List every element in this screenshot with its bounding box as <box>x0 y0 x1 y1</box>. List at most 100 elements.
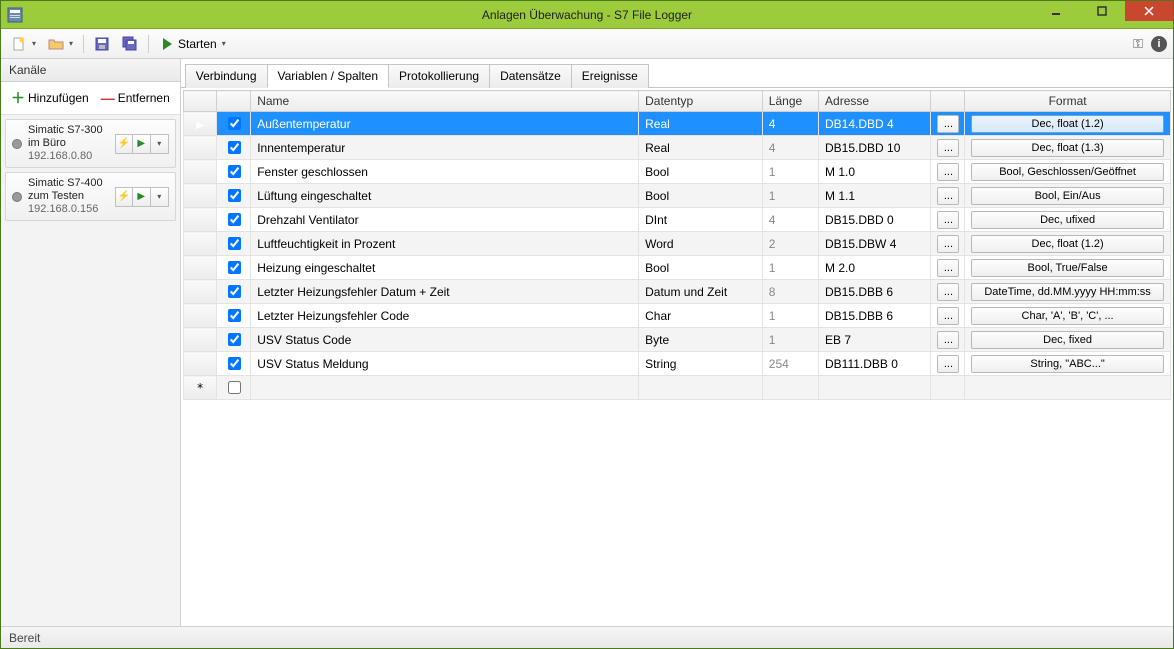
cell-length[interactable] <box>762 376 818 400</box>
row-checkbox[interactable] <box>228 117 241 130</box>
channel-menu-button[interactable]: ▾ <box>151 187 169 207</box>
cell-address[interactable]: M 2.0 <box>819 256 931 280</box>
table-row[interactable]: Fenster geschlossen Bool 1 M 1.0 ... Boo… <box>183 160 1170 184</box>
column-header-length[interactable]: Länge <box>762 91 818 112</box>
format-button[interactable]: Dec, float (1.3) <box>971 139 1164 157</box>
format-button[interactable]: Char, 'A', 'B', 'C', ... <box>971 307 1164 325</box>
address-picker-button[interactable]: ... <box>937 115 959 133</box>
cell-datatype[interactable] <box>639 376 763 400</box>
row-header-cell[interactable] <box>183 328 217 352</box>
format-button[interactable]: Dec, ufixed <box>971 211 1164 229</box>
row-checkbox[interactable] <box>228 285 241 298</box>
sidebar-remove-button[interactable]: — Entfernen <box>97 88 174 108</box>
format-button[interactable]: Bool, Geschlossen/Geöffnet <box>971 163 1164 181</box>
cell-address[interactable]: DB15.DBD 0 <box>819 208 931 232</box>
cell-name[interactable]: Innentemperatur <box>251 136 639 160</box>
toolbar-save-all-button[interactable] <box>118 34 142 54</box>
column-header-rowselector[interactable] <box>183 91 217 112</box>
toolbar-start-button[interactable]: Starten ▾ <box>155 34 230 54</box>
channel-play-button[interactable]: ▶ <box>133 134 151 154</box>
table-row[interactable]: USV Status Code Byte 1 EB 7 ... Dec, fix… <box>183 328 1170 352</box>
tab[interactable]: Datensätze <box>489 64 572 88</box>
cell-address[interactable]: M 1.1 <box>819 184 931 208</box>
cell-length[interactable]: 8 <box>762 280 818 304</box>
format-button[interactable]: Bool, Ein/Aus <box>971 187 1164 205</box>
format-button[interactable]: DateTime, dd.MM.yyyy HH:mm:ss <box>971 283 1164 301</box>
cell-name[interactable]: Drehzahl Ventilator <box>251 208 639 232</box>
cell-address[interactable] <box>819 376 931 400</box>
tab[interactable]: Protokollierung <box>388 64 490 88</box>
toolbar-save-button[interactable] <box>90 34 114 54</box>
channel-connect-button[interactable]: ⚡ <box>115 187 133 207</box>
toolbar-new-button[interactable]: ▾ <box>7 34 40 54</box>
row-header-cell[interactable] <box>183 136 217 160</box>
table-row[interactable]: Lüftung eingeschaltet Bool 1 M 1.1 ... B… <box>183 184 1170 208</box>
cell-length[interactable]: 254 <box>762 352 818 376</box>
table-row[interactable]: Innentemperatur Real 4 DB15.DBD 10 ... D… <box>183 136 1170 160</box>
address-picker-button[interactable]: ... <box>937 139 959 157</box>
row-header-cell[interactable] <box>183 160 217 184</box>
toolbar-open-button[interactable]: ▾ <box>44 34 77 54</box>
format-button[interactable]: Dec, fixed <box>971 331 1164 349</box>
format-button[interactable]: Dec, float (1.2) <box>971 115 1164 133</box>
row-checkbox[interactable] <box>228 165 241 178</box>
cell-datatype[interactable]: Word <box>639 232 763 256</box>
row-checkbox[interactable] <box>228 309 241 322</box>
address-picker-button[interactable]: ... <box>937 355 959 373</box>
table-row[interactable]: Luftfeuchtigkeit in Prozent Word 2 DB15.… <box>183 232 1170 256</box>
format-button[interactable]: String, "ABC..." <box>971 355 1164 373</box>
cell-datatype[interactable]: Bool <box>639 160 763 184</box>
address-picker-button[interactable]: ... <box>937 307 959 325</box>
format-button[interactable]: Dec, float (1.2) <box>971 235 1164 253</box>
window-maximize-button[interactable] <box>1079 1 1125 21</box>
column-header-address-button[interactable] <box>931 91 965 112</box>
row-header-cell[interactable] <box>183 304 217 328</box>
address-picker-button[interactable]: ... <box>937 259 959 277</box>
cell-datatype[interactable]: Bool <box>639 256 763 280</box>
tab[interactable]: Verbindung <box>185 64 268 88</box>
cell-length[interactable]: 2 <box>762 232 818 256</box>
cell-name[interactable]: USV Status Code <box>251 328 639 352</box>
table-row[interactable]: Heizung eingeschaltet Bool 1 M 2.0 ... B… <box>183 256 1170 280</box>
cell-address[interactable]: EB 7 <box>819 328 931 352</box>
column-header-address[interactable]: Adresse <box>819 91 931 112</box>
row-checkbox[interactable] <box>228 357 241 370</box>
cell-address[interactable]: DB15.DBB 6 <box>819 280 931 304</box>
cell-name[interactable]: Letzter Heizungsfehler Code <box>251 304 639 328</box>
cell-datatype[interactable]: String <box>639 352 763 376</box>
column-header-name[interactable]: Name <box>251 91 639 112</box>
channel-item[interactable]: Simatic S7-300 im Büro 192.168.0.80 ⚡ ▶ … <box>5 119 176 168</box>
info-icon[interactable]: i <box>1151 36 1167 52</box>
tab[interactable]: Ereignisse <box>571 64 649 88</box>
row-header-cell[interactable] <box>183 352 217 376</box>
cell-name[interactable]: Außentemperatur <box>251 112 639 136</box>
cell-length[interactable]: 1 <box>762 304 818 328</box>
cell-address[interactable]: DB15.DBW 4 <box>819 232 931 256</box>
row-header-cell[interactable] <box>183 184 217 208</box>
address-picker-button[interactable]: ... <box>937 187 959 205</box>
cell-name[interactable]: Fenster geschlossen <box>251 160 639 184</box>
cell-datatype[interactable]: Real <box>639 112 763 136</box>
channel-item[interactable]: Simatic S7-400 zum Testen 192.168.0.156 … <box>5 172 176 221</box>
row-header-cell[interactable] <box>183 280 217 304</box>
table-row[interactable]: Letzter Heizungsfehler Code Char 1 DB15.… <box>183 304 1170 328</box>
row-header-cell[interactable] <box>183 256 217 280</box>
row-checkbox[interactable] <box>228 333 241 346</box>
cell-name[interactable]: Lüftung eingeschaltet <box>251 184 639 208</box>
address-picker-button[interactable]: ... <box>937 211 959 229</box>
window-minimize-button[interactable] <box>1033 1 1079 21</box>
address-picker-button[interactable]: ... <box>937 163 959 181</box>
cell-datatype[interactable]: Char <box>639 304 763 328</box>
cell-length[interactable]: 1 <box>762 184 818 208</box>
cell-address[interactable]: DB15.DBB 6 <box>819 304 931 328</box>
tab[interactable]: Variablen / Spalten <box>267 64 390 88</box>
column-header-format[interactable]: Format <box>965 91 1171 112</box>
cell-length[interactable]: 1 <box>762 256 818 280</box>
cell-datatype[interactable]: Datum und Zeit <box>639 280 763 304</box>
channel-menu-button[interactable]: ▾ <box>151 134 169 154</box>
row-header-cell[interactable]: * <box>183 376 217 400</box>
row-checkbox[interactable] <box>228 261 241 274</box>
cell-datatype[interactable]: Byte <box>639 328 763 352</box>
cell-datatype[interactable]: Real <box>639 136 763 160</box>
cell-address[interactable]: DB111.DBB 0 <box>819 352 931 376</box>
